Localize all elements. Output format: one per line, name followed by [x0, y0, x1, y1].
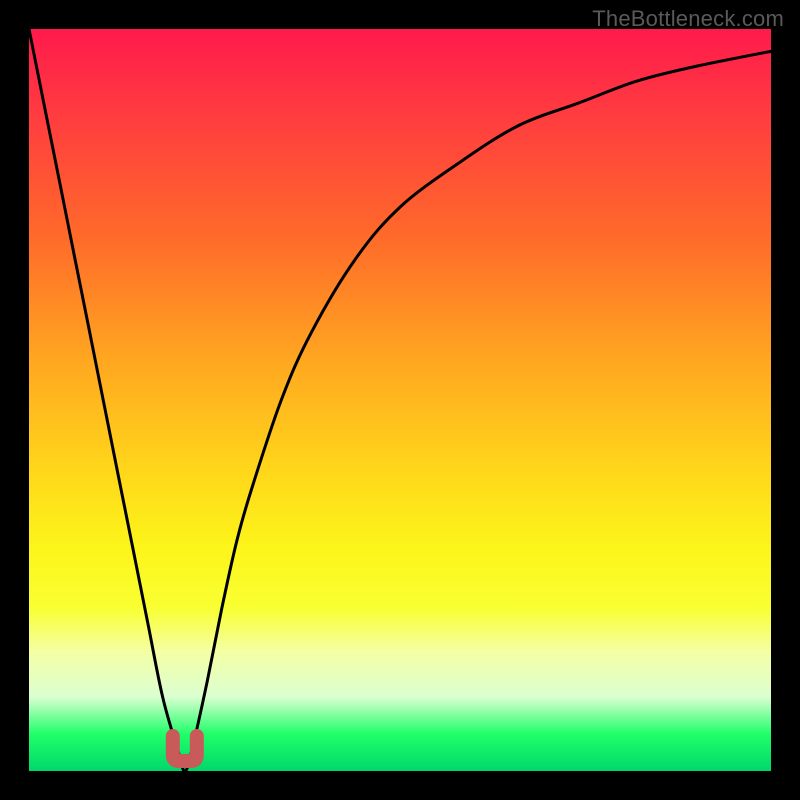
curve-svg: [29, 29, 771, 771]
minimum-marker: [173, 736, 197, 761]
bottleneck-curve: [29, 29, 771, 771]
chart-frame: TheBottleneck.com: [0, 0, 800, 800]
plot-area: [29, 29, 771, 771]
